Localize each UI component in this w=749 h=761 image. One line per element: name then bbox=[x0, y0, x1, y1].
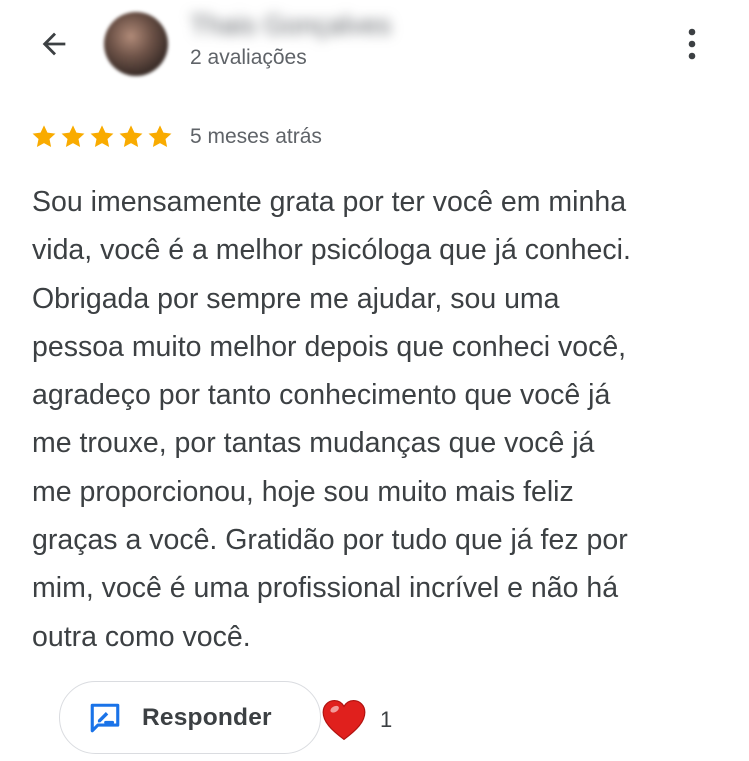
reaction-button[interactable]: 1 bbox=[321, 695, 392, 745]
reply-label: Responder bbox=[142, 703, 272, 731]
star-icon bbox=[32, 125, 56, 147]
star-icon bbox=[119, 125, 143, 147]
back-button[interactable] bbox=[30, 22, 78, 66]
star-rating bbox=[30, 123, 174, 151]
rating-row: 5 meses atrás bbox=[30, 122, 322, 152]
star-icon bbox=[90, 125, 114, 147]
reviewer-name[interactable]: Thais Gonçalves bbox=[190, 10, 391, 40]
review-detail-screen: Thais Gonçalves 2 avaliações 5 meses atr… bbox=[0, 0, 749, 761]
star-icon bbox=[148, 125, 172, 147]
star-icon bbox=[61, 125, 85, 147]
heart-icon bbox=[322, 700, 366, 741]
header: Thais Gonçalves 2 avaliações bbox=[0, 0, 749, 90]
more-options-button[interactable] bbox=[672, 22, 712, 66]
reaction-count: 1 bbox=[380, 707, 393, 732]
more-vert-icon bbox=[688, 28, 696, 60]
review-text: Sou imensamente grata por ter você em mi… bbox=[32, 186, 631, 653]
reviewer-review-count: 2 avaliações bbox=[190, 46, 307, 69]
avatar[interactable] bbox=[104, 12, 168, 76]
reply-button[interactable]: Responder bbox=[59, 681, 321, 754]
review-time: 5 meses atrás bbox=[190, 125, 322, 148]
reply-edit-icon bbox=[90, 703, 120, 732]
arrow-left-icon bbox=[42, 32, 66, 56]
